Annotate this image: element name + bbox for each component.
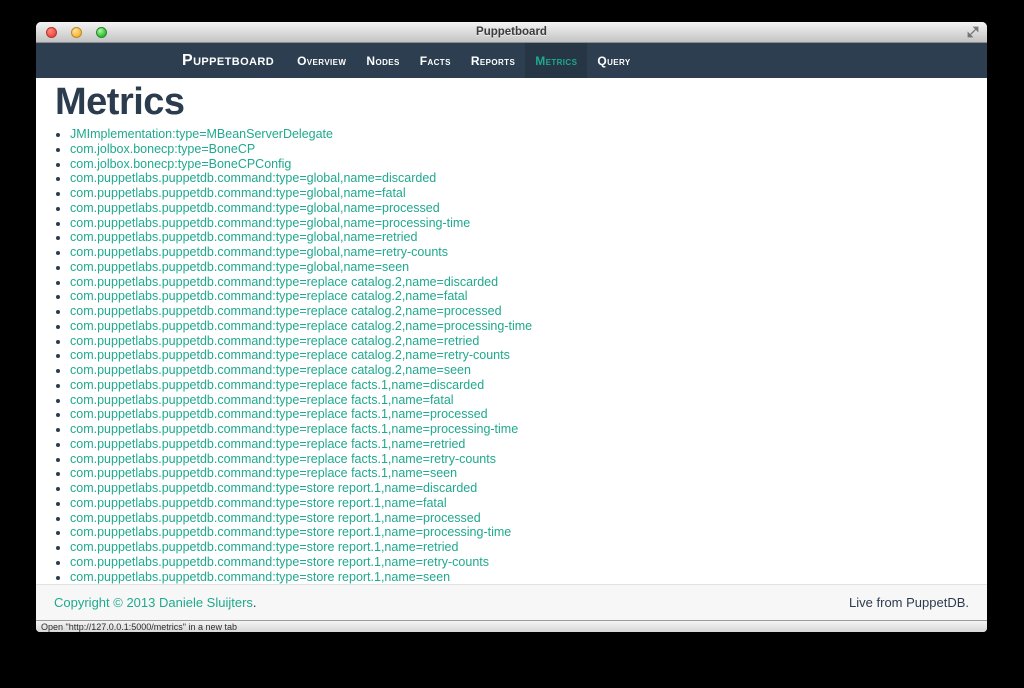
copyright-link[interactable]: Copyright © 2013 Daniele Sluijters bbox=[54, 595, 253, 610]
metric-list-item: com.puppetlabs.puppetdb.command:type=rep… bbox=[70, 319, 968, 334]
metric-link[interactable]: com.puppetlabs.puppetdb.command:type=sto… bbox=[70, 496, 447, 510]
metric-link[interactable]: com.puppetlabs.puppetdb.command:type=rep… bbox=[70, 452, 496, 466]
metric-list-item: com.puppetlabs.puppetdb.command:type=rep… bbox=[70, 437, 968, 452]
metric-list-item: com.puppetlabs.puppetdb.command:type=rep… bbox=[70, 304, 968, 319]
nav-item-reports[interactable]: Reports bbox=[461, 43, 525, 78]
metric-link[interactable]: com.puppetlabs.puppetdb.command:type=rep… bbox=[70, 348, 510, 362]
nav-item-nodes[interactable]: Nodes bbox=[356, 43, 409, 78]
metric-list-item: com.puppetlabs.puppetdb.command:type=glo… bbox=[70, 230, 968, 245]
metric-list-item: com.puppetlabs.puppetdb.command:type=glo… bbox=[70, 201, 968, 216]
metric-link[interactable]: com.puppetlabs.puppetdb.command:type=rep… bbox=[70, 304, 502, 318]
statusbar-link-preview: Open "http://127.0.0.1:5000/metrics" in … bbox=[41, 622, 238, 632]
traffic-lights bbox=[46, 22, 107, 42]
page-title: Metrics bbox=[55, 81, 185, 123]
metric-list-item: com.puppetlabs.puppetdb.command:type=sto… bbox=[70, 511, 968, 526]
metric-list-item: JMImplementation:type=MBeanServerDelegat… bbox=[70, 127, 968, 142]
navbar-brand[interactable]: Puppetboard bbox=[182, 43, 274, 78]
metric-link[interactable]: com.puppetlabs.puppetdb.command:type=glo… bbox=[70, 245, 448, 259]
metric-link[interactable]: com.puppetlabs.puppetdb.command:type=glo… bbox=[70, 230, 417, 244]
metric-list-item: com.puppetlabs.puppetdb.command:type=sto… bbox=[70, 570, 968, 585]
main-content: Metrics JMImplementation:type=MBeanServe… bbox=[36, 78, 987, 584]
metric-list-item: com.puppetlabs.puppetdb.command:type=rep… bbox=[70, 363, 968, 378]
metric-link[interactable]: com.puppetlabs.puppetdb.command:type=rep… bbox=[70, 378, 484, 392]
metric-link[interactable]: com.jolbox.bonecp:type=BoneCP bbox=[70, 142, 255, 156]
app-navbar: Puppetboard Overview Nodes Facts Reports Met… bbox=[36, 43, 987, 78]
minimize-window-button[interactable] bbox=[71, 26, 82, 38]
navbar-items: Overview Nodes Facts Reports Metrics Query bbox=[287, 43, 641, 78]
metric-list-item: com.puppetlabs.puppetdb.command:type=sto… bbox=[70, 555, 968, 570]
metric-link[interactable]: com.puppetlabs.puppetdb.command:type=glo… bbox=[70, 171, 436, 185]
fullscreen-resize-icon[interactable] bbox=[967, 26, 979, 38]
close-window-button[interactable] bbox=[46, 26, 57, 38]
metric-list-item: com.puppetlabs.puppetdb.command:type=sto… bbox=[70, 540, 968, 555]
metric-link[interactable]: com.puppetlabs.puppetdb.command:type=glo… bbox=[70, 201, 440, 215]
metric-link[interactable]: com.puppetlabs.puppetdb.command:type=sto… bbox=[70, 555, 489, 569]
metric-link[interactable]: com.puppetlabs.puppetdb.command:type=glo… bbox=[70, 260, 409, 274]
metric-link[interactable]: com.jolbox.bonecp:type=BoneCPConfig bbox=[70, 157, 291, 171]
metric-list-item: com.puppetlabs.puppetdb.command:type=glo… bbox=[70, 245, 968, 260]
metric-list-item: com.puppetlabs.puppetdb.command:type=sto… bbox=[70, 496, 968, 511]
metric-list-item: com.puppetlabs.puppetdb.command:type=rep… bbox=[70, 378, 968, 393]
metric-list-item: com.jolbox.bonecp:type=BoneCPConfig bbox=[70, 157, 968, 172]
nav-item-overview[interactable]: Overview bbox=[287, 43, 356, 78]
metric-link[interactable]: com.puppetlabs.puppetdb.command:type=rep… bbox=[70, 334, 479, 348]
metric-list-item: com.puppetlabs.puppetdb.command:type=rep… bbox=[70, 275, 968, 290]
metric-link[interactable]: com.puppetlabs.puppetdb.command:type=rep… bbox=[70, 393, 454, 407]
nav-item-facts[interactable]: Facts bbox=[410, 43, 461, 78]
metric-list-item: com.jolbox.bonecp:type=BoneCP bbox=[70, 142, 968, 157]
metric-link[interactable]: com.puppetlabs.puppetdb.command:type=rep… bbox=[70, 363, 471, 377]
window-titlebar: Puppetboard bbox=[36, 22, 987, 43]
copyright-text: Copyright © 2013 Daniele Sluijters. bbox=[54, 595, 257, 610]
metric-link[interactable]: com.puppetlabs.puppetdb.command:type=glo… bbox=[70, 186, 406, 200]
zoom-window-button[interactable] bbox=[96, 26, 107, 38]
metrics-list: JMImplementation:type=MBeanServerDelegat… bbox=[55, 127, 968, 584]
nav-item-metrics[interactable]: Metrics bbox=[525, 43, 588, 78]
metric-list-item: com.puppetlabs.puppetdb.command:type=rep… bbox=[70, 466, 968, 481]
metric-link[interactable]: com.puppetlabs.puppetdb.command:type=rep… bbox=[70, 422, 518, 436]
metric-list-item: com.puppetlabs.puppetdb.command:type=rep… bbox=[70, 348, 968, 363]
metric-link[interactable]: com.puppetlabs.puppetdb.command:type=rep… bbox=[70, 275, 498, 289]
browser-statusbar: Open "http://127.0.0.1:5000/metrics" in … bbox=[36, 620, 987, 632]
metric-list-item: com.puppetlabs.puppetdb.command:type=rep… bbox=[70, 289, 968, 304]
metric-list-item: com.puppetlabs.puppetdb.command:type=glo… bbox=[70, 171, 968, 186]
metric-list-item: com.puppetlabs.puppetdb.command:type=sto… bbox=[70, 481, 968, 496]
page-footer: Copyright © 2013 Daniele Sluijters. Live… bbox=[36, 584, 987, 620]
nav-item-query[interactable]: Query bbox=[587, 43, 640, 78]
metric-link[interactable]: com.puppetlabs.puppetdb.command:type=sto… bbox=[70, 525, 511, 539]
metric-link[interactable]: com.puppetlabs.puppetdb.command:type=sto… bbox=[70, 481, 477, 495]
metric-link[interactable]: com.puppetlabs.puppetdb.command:type=sto… bbox=[70, 570, 450, 584]
metric-list-item: com.puppetlabs.puppetdb.command:type=rep… bbox=[70, 334, 968, 349]
live-from-puppetdb-label: Live from PuppetDB. bbox=[849, 595, 969, 610]
metric-link[interactable]: com.puppetlabs.puppetdb.command:type=rep… bbox=[70, 289, 468, 303]
metric-list-item: com.puppetlabs.puppetdb.command:type=sto… bbox=[70, 525, 968, 540]
metric-list-item: com.puppetlabs.puppetdb.command:type=rep… bbox=[70, 407, 968, 422]
metric-list-item: com.puppetlabs.puppetdb.command:type=glo… bbox=[70, 216, 968, 231]
window-title: Puppetboard bbox=[476, 26, 547, 38]
browser-window: Puppetboard Puppetboard Overview Nodes Fac… bbox=[36, 22, 987, 632]
metric-link[interactable]: com.puppetlabs.puppetdb.command:type=glo… bbox=[70, 216, 470, 230]
metric-link[interactable]: com.puppetlabs.puppetdb.command:type=rep… bbox=[70, 466, 457, 480]
metric-link[interactable]: com.puppetlabs.puppetdb.command:type=sto… bbox=[70, 540, 458, 554]
metric-link[interactable]: com.puppetlabs.puppetdb.command:type=rep… bbox=[70, 319, 532, 333]
metric-link[interactable]: com.puppetlabs.puppetdb.command:type=rep… bbox=[70, 407, 488, 421]
metric-list-item: com.puppetlabs.puppetdb.command:type=glo… bbox=[70, 186, 968, 201]
metric-link[interactable]: com.puppetlabs.puppetdb.command:type=sto… bbox=[70, 511, 481, 525]
copyright-period: . bbox=[252, 595, 257, 610]
metric-list-item: com.puppetlabs.puppetdb.command:type=rep… bbox=[70, 393, 968, 408]
metric-link[interactable]: com.puppetlabs.puppetdb.command:type=rep… bbox=[70, 437, 465, 451]
metric-list-item: com.puppetlabs.puppetdb.command:type=rep… bbox=[70, 452, 968, 467]
metric-list-item: com.puppetlabs.puppetdb.command:type=rep… bbox=[70, 422, 968, 437]
metric-link[interactable]: JMImplementation:type=MBeanServerDelegat… bbox=[70, 127, 333, 141]
metric-list-item: com.puppetlabs.puppetdb.command:type=glo… bbox=[70, 260, 968, 275]
